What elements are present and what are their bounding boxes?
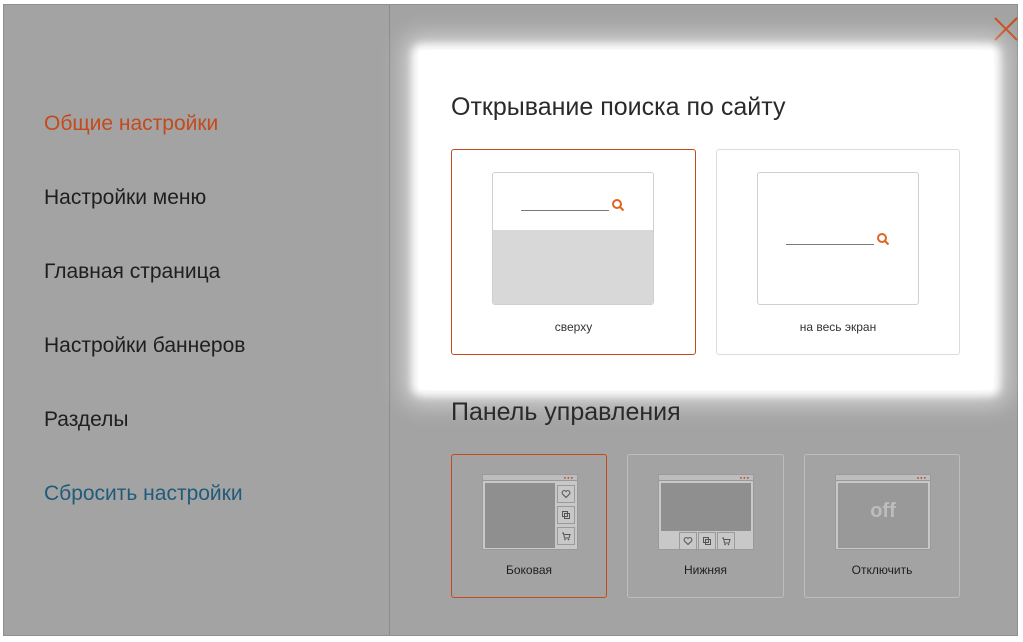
search-option-fullscreen-label: на весь экран (799, 320, 877, 334)
panel-option-side[interactable]: ●●● Боковая (451, 454, 607, 598)
search-top-preview (492, 172, 654, 305)
heart-icon (557, 485, 575, 503)
sidebar-item-general[interactable]: Общие настройки (44, 112, 218, 136)
search-option-fullscreen[interactable]: на весь экран (716, 149, 960, 355)
sidebar-divider (389, 5, 390, 635)
cart-icon (717, 532, 735, 550)
control-panel-title: Панель управления (451, 398, 681, 426)
reset-settings-link[interactable]: Сбросить настройки (44, 482, 243, 506)
heart-icon (679, 532, 697, 550)
panel-option-bottom-label: Нижняя (683, 563, 728, 577)
panel-option-off[interactable]: ●●● off Отключить (804, 454, 960, 598)
search-icon (612, 199, 625, 212)
search-open-section: Открывание поиска по сайту сверху на вес… (418, 50, 994, 390)
panel-option-off-label: Отключить (851, 563, 913, 577)
compare-icon (698, 532, 716, 550)
panel-option-bottom[interactable]: ●●● Нижняя (627, 454, 784, 598)
compare-icon (557, 506, 575, 524)
off-panel-preview: ●●● off (835, 474, 931, 550)
sidebar-item-menu[interactable]: Настройки меню (44, 186, 206, 210)
sidebar-item-sections[interactable]: Разделы (44, 408, 129, 432)
off-label: off (870, 500, 896, 522)
search-open-title: Открывание поиска по сайту (451, 93, 786, 121)
close-icon[interactable] (992, 15, 1020, 43)
search-option-top-label: сверху (554, 320, 593, 334)
bottom-panel-preview: ●●● (658, 474, 754, 550)
search-icon (877, 233, 890, 246)
side-panel-preview: ●●● (482, 474, 578, 550)
sidebar-item-main-page[interactable]: Главная страница (44, 260, 220, 284)
search-fullscreen-preview (757, 172, 919, 305)
cart-icon (557, 527, 575, 545)
panel-option-side-label: Боковая (505, 563, 553, 577)
search-option-top[interactable]: сверху (451, 149, 696, 355)
sidebar-item-banners[interactable]: Настройки баннеров (44, 334, 245, 358)
